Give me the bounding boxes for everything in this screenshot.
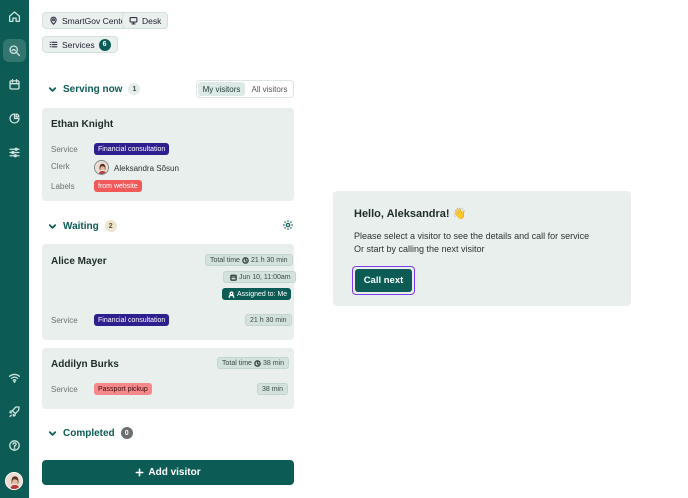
serving-visitor-card[interactable]: Ethan Knight Service Financial consultat… (42, 108, 294, 201)
service-time-tag: 38 min (257, 383, 289, 395)
waiting-header[interactable]: Waiting 2 (48, 220, 117, 232)
settings-button[interactable] (3, 141, 26, 164)
welcome-title: Hello, Aleksandra! 👋 (354, 208, 467, 220)
visitor-filter-tabs: My visitors All visitors (196, 80, 294, 98)
waiting-visitor-card[interactable]: Addilyn Burks Total time 38 min Service … (42, 348, 294, 409)
chevron-down-icon (48, 86, 57, 92)
service-tag: Passport pickup (94, 383, 152, 395)
tab-my-visitors[interactable]: My visitors (198, 82, 245, 96)
gear-icon (283, 220, 293, 230)
wifi-icon (8, 373, 21, 383)
call-next-button[interactable]: Call next (355, 269, 412, 292)
list-icon (49, 41, 58, 48)
labels-field-label: Labels (51, 182, 75, 191)
home-icon (8, 11, 21, 23)
serving-count-badge: 1 (128, 83, 141, 95)
total-time-tag: Total time 21 h 30 min (205, 254, 293, 266)
visitors-button[interactable] (3, 39, 26, 62)
welcome-hint: Or start by calling the next visitor (354, 244, 485, 254)
label-tag: from website (94, 180, 142, 192)
serving-now-header[interactable]: Serving now 1 (48, 83, 141, 95)
completed-title: Completed (63, 427, 115, 439)
total-time-label: Total time (222, 359, 252, 367)
service-field-label: Service (51, 145, 78, 154)
completed-header[interactable]: Completed 0 (48, 427, 133, 439)
appointment-date: Jun 10, 11:00am (239, 273, 291, 281)
location-pin-icon (50, 16, 57, 25)
desk-label: Desk (142, 15, 162, 26)
launch-button[interactable] (3, 400, 26, 423)
clerk-avatar (94, 160, 109, 175)
chevron-down-icon (48, 223, 57, 229)
tab-all-visitors[interactable]: All visitors (246, 81, 293, 97)
monitor-icon (129, 16, 138, 25)
user-avatar[interactable] (5, 472, 23, 490)
welcome-panel: Hello, Aleksandra! 👋 Please select a vis… (333, 191, 631, 306)
total-time-value: 38 min (262, 359, 284, 367)
services-label: Services (62, 39, 95, 50)
services-count-badge: 6 (98, 38, 111, 51)
avatar-image (6, 473, 22, 489)
serving-now-title: Serving now (63, 83, 123, 95)
service-field-label: Service (51, 385, 78, 394)
visitor-name: Addilyn Burks (51, 359, 119, 370)
home-button[interactable] (3, 5, 26, 28)
pie-chart-icon (9, 113, 20, 124)
clerk-avatar-image (95, 161, 108, 174)
desk-selector[interactable]: Desk (122, 12, 169, 29)
services-selector[interactable]: Services 6 (42, 36, 118, 53)
welcome-instruction: Please select a visitor to see the detai… (354, 231, 590, 241)
add-visitor-button[interactable]: Add visitor (42, 460, 294, 485)
sliders-icon (9, 147, 20, 158)
queue-settings-button[interactable] (282, 219, 294, 231)
assigned-tag: Assigned to: Me (222, 288, 292, 300)
calendar-icon (9, 78, 20, 90)
statistics-button[interactable] (3, 107, 26, 130)
waiting-title: Waiting (63, 220, 99, 232)
visitor-name: Alice Mayer (51, 256, 107, 267)
clock-icon (254, 359, 261, 367)
waiting-visitor-card[interactable]: Alice Mayer Total time 21 h 30 min Jun 1… (42, 244, 296, 340)
completed-count-badge: 0 (120, 427, 133, 439)
calendar-button[interactable] (3, 73, 26, 96)
call-next-focus-ring: Call next (352, 266, 415, 295)
rocket-icon (9, 406, 20, 418)
total-time-value: 21 h 30 min (250, 256, 288, 264)
add-visitor-label: Add visitor (148, 467, 201, 478)
total-time-label: Total time (210, 256, 240, 264)
assigned-label: Assigned to: Me (237, 290, 288, 298)
connection-button[interactable] (3, 366, 26, 389)
chevron-down-icon (48, 430, 57, 436)
visitor-name: Ethan Knight (51, 119, 114, 130)
question-icon (9, 440, 20, 451)
clerk-field-label: Clerk (51, 162, 70, 171)
help-button[interactable] (3, 434, 26, 457)
service-tag: Financial consultation (94, 143, 170, 155)
service-tag: Financial consultation (94, 314, 170, 326)
search-visitors-icon (9, 45, 21, 57)
clock-icon (242, 256, 249, 264)
waiting-count-badge: 2 (104, 220, 117, 232)
plus-icon (135, 468, 144, 477)
appointment-date-tag: Jun 10, 11:00am (223, 271, 296, 283)
sidebar-nav (0, 0, 29, 498)
clerk-name: Aleksandra Sõsun (114, 164, 179, 173)
total-time-tag: Total time 38 min (217, 357, 289, 369)
calendar-icon (230, 274, 237, 281)
location-label: SmartGov Center (62, 15, 129, 26)
user-icon (228, 290, 235, 298)
service-field-label: Service (51, 316, 78, 325)
service-time-tag: 21 h 30 min (245, 314, 292, 326)
